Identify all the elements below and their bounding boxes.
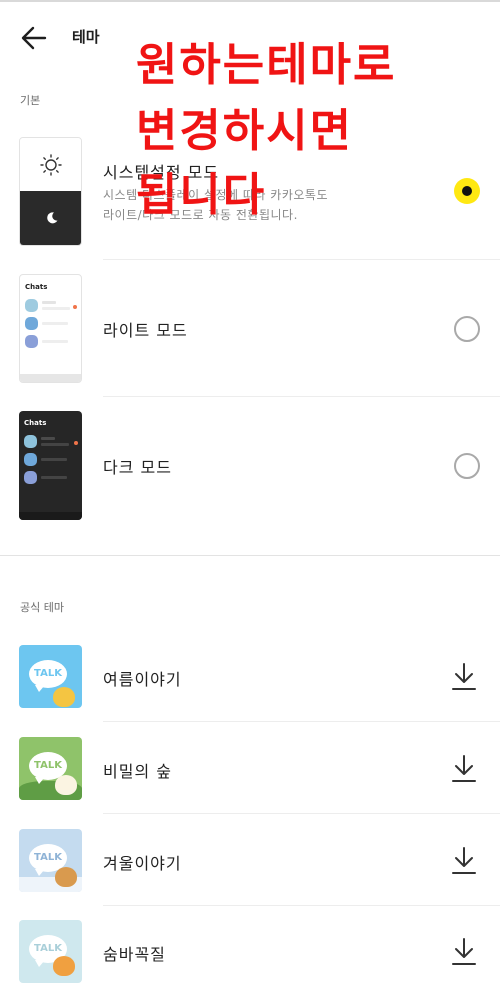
talk-text: TALK xyxy=(34,852,62,863)
theme-label-dark: 다크 모드 xyxy=(103,458,172,477)
download-button-winter[interactable] xyxy=(450,846,478,876)
download-button-summer[interactable] xyxy=(450,662,478,692)
character-icon xyxy=(53,687,75,707)
system-mode-thumbnail xyxy=(19,137,82,246)
download-icon xyxy=(452,663,476,690)
dark-mode-thumbnail: Chats xyxy=(19,411,82,520)
talk-text: TALK xyxy=(34,943,62,954)
download-icon xyxy=(452,938,476,965)
radio-system-selected[interactable] xyxy=(454,178,480,204)
character-icon xyxy=(53,956,75,976)
mock-avatar xyxy=(25,317,38,330)
theme-label-light: 라이트 모드 xyxy=(103,321,188,340)
annotation-line3: 됩니다 xyxy=(136,168,267,221)
section-divider xyxy=(0,555,500,556)
secret-theme-thumbnail: TALK xyxy=(19,737,82,800)
annotation-line1: 원하는테마로 xyxy=(136,38,397,91)
mock-avatar xyxy=(24,453,37,466)
mock-line xyxy=(41,437,55,440)
theme-label-winter: 겨울이야기 xyxy=(103,854,182,873)
mock-line xyxy=(42,322,68,325)
row-divider xyxy=(103,721,500,722)
theme-row-secret[interactable]: TALK 비밀의 숲 xyxy=(0,737,500,801)
radio-light[interactable] xyxy=(454,316,480,342)
mock-avatar xyxy=(25,335,38,348)
section-label-basic: 기본 xyxy=(20,94,41,107)
row-divider xyxy=(103,813,500,814)
back-button[interactable] xyxy=(18,22,50,54)
mock-avatar xyxy=(24,435,37,448)
mock-line xyxy=(41,458,67,461)
mock-tabbar xyxy=(20,374,81,382)
theme-row-summer[interactable]: TALK 여름이야기 xyxy=(0,645,500,709)
arrow-left-icon xyxy=(21,26,47,50)
theme-label-summer: 여름이야기 xyxy=(103,670,182,689)
mock-badge xyxy=(73,305,77,309)
mock-badge xyxy=(74,441,78,445)
theme-label-hide: 숨바꼭질 xyxy=(103,945,166,964)
radio-dark[interactable] xyxy=(454,453,480,479)
theme-row-hide[interactable]: TALK 숨바꼭질 xyxy=(0,920,500,984)
row-divider xyxy=(103,259,500,260)
mock-line xyxy=(41,476,67,479)
row-divider xyxy=(103,396,500,397)
thumbnail-light-half xyxy=(20,138,81,191)
character-icon xyxy=(55,867,77,887)
mock-tabbar xyxy=(19,512,82,520)
winter-theme-thumbnail: TALK xyxy=(19,829,82,892)
download-icon xyxy=(452,847,476,874)
mock-line xyxy=(42,307,70,310)
thumbnail-dark-half xyxy=(20,191,81,245)
mock-avatar xyxy=(24,471,37,484)
summer-theme-thumbnail: TALK xyxy=(19,645,82,708)
row-divider xyxy=(103,905,500,906)
theme-row-winter[interactable]: TALK 겨울이야기 xyxy=(0,829,500,893)
download-button-hide[interactable] xyxy=(450,937,478,967)
thumbnail-title: Chats xyxy=(25,283,48,291)
theme-label-secret: 비밀의 숲 xyxy=(103,762,172,781)
mock-avatar xyxy=(25,299,38,312)
download-icon xyxy=(452,755,476,782)
character-icon xyxy=(55,775,77,795)
download-button-secret[interactable] xyxy=(450,754,478,784)
thumbnail-title: Chats xyxy=(24,419,47,427)
light-mode-thumbnail: Chats xyxy=(19,274,82,383)
mock-line xyxy=(42,340,68,343)
page-title: 테마 xyxy=(72,28,100,46)
mock-line xyxy=(41,443,69,446)
section-label-official: 공식 테마 xyxy=(20,601,64,614)
theme-row-dark[interactable]: Chats 다크 모드 xyxy=(0,411,500,521)
theme-row-light[interactable]: Chats 라이트 모드 xyxy=(0,274,500,384)
moon-icon xyxy=(47,212,58,224)
mock-line xyxy=(42,301,56,304)
talk-text: TALK xyxy=(34,668,62,679)
hide-theme-thumbnail: TALK xyxy=(19,920,82,983)
annotation-line2: 변경하시면 xyxy=(136,104,354,157)
talk-text: TALK xyxy=(34,760,62,771)
sun-icon xyxy=(40,154,62,176)
